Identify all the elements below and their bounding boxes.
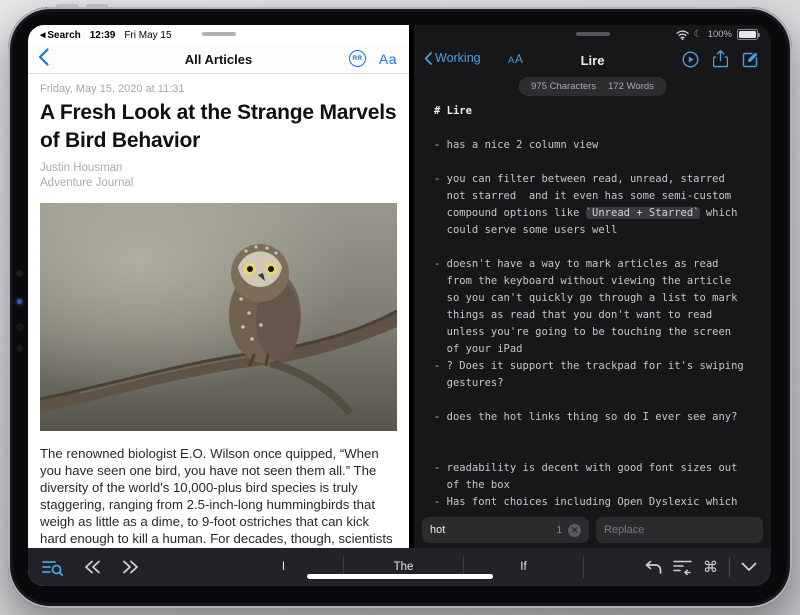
inline-code: `Unread + Starred` (586, 207, 700, 219)
preview-play-button[interactable] (682, 51, 699, 68)
editor-line (434, 392, 771, 409)
editor-line: - ? Does it support the trackpad for it'… (434, 358, 771, 375)
home-indicator[interactable] (307, 574, 493, 579)
suggestion-bar: ITheIf (224, 548, 584, 586)
dismiss-keyboard-button[interactable] (741, 562, 757, 572)
editor-line (434, 154, 771, 171)
share-button[interactable] (713, 50, 728, 68)
split-view-handle-right[interactable] (576, 32, 610, 36)
front-camera-dot (16, 270, 23, 277)
previous-match-button[interactable] (84, 560, 101, 574)
article-title: A Fresh Look at the Strange Marvels of B… (40, 99, 397, 155)
status-bar-right: ☾ 100% (676, 29, 758, 40)
screen: ◀Search 12:39 Fri May 15 All Articles RR… (28, 25, 771, 586)
text-size-button[interactable]: Aa (379, 51, 397, 67)
compose-button[interactable] (742, 51, 759, 68)
replace-input[interactable]: Replace (596, 517, 763, 543)
editor-line: of the box (434, 477, 771, 494)
editor-line: from the keyboard without viewing the ar… (434, 273, 771, 290)
back-to-app-chip[interactable]: ◀Search (40, 30, 81, 41)
editor-line: compound options like `Unread + Starred`… (434, 205, 771, 222)
battery-percent: 100% (708, 29, 732, 40)
back-triangle-icon: ◀ (40, 31, 45, 39)
reader-view-badge-button[interactable]: RR (349, 50, 366, 67)
find-input[interactable]: hot 1 ✕ (422, 517, 589, 543)
status-bar-left: ◀Search 12:39 Fri May 15 (40, 30, 172, 41)
reader-nav-bar: All Articles RR Aa (28, 45, 409, 74)
replace-options-button[interactable] (673, 559, 692, 575)
status-time: 12:39 (90, 30, 116, 41)
undo-button[interactable] (645, 560, 662, 575)
editor-line: - has a nice 2 column view (434, 137, 771, 154)
editor-line: gestures? (434, 375, 771, 392)
split-view-handle-left[interactable] (202, 32, 236, 36)
next-match-button[interactable] (122, 560, 139, 574)
editor-line: - you can filter between read, unread, s… (434, 171, 771, 188)
word-count: 172 Words (608, 81, 654, 92)
keyboard-accessory-toolbar: ITheIf ⌘ (28, 548, 771, 586)
editor-app-pane: ☾ 100% Working AA Lire (414, 25, 771, 586)
editor-line: # Lire (434, 103, 771, 120)
ipad-device-frame: ◀Search 12:39 Fri May 15 All Articles RR… (8, 7, 792, 608)
battery-icon (737, 29, 758, 40)
editor-line (434, 426, 771, 443)
bezel-dot (16, 345, 23, 352)
article-source: Adventure Journal (40, 176, 397, 191)
article-photo-owl (40, 203, 397, 431)
editor-line (434, 239, 771, 256)
find-query: hot (430, 524, 556, 536)
wifi-icon (676, 30, 689, 40)
editor-nav-bar: Working AA Lire (414, 45, 771, 73)
editor-line: things as read that you don't want to re… (434, 307, 771, 324)
editor-line: unless you're going to be touching the s… (434, 324, 771, 341)
character-count: 975 Characters (531, 81, 596, 92)
find-in-document-button[interactable] (42, 559, 63, 576)
reader-app-pane: ◀Search 12:39 Fri May 15 All Articles RR… (28, 25, 409, 586)
do-not-disturb-moon-icon: ☾ (694, 29, 703, 40)
editor-line: - readability is decent with good font s… (434, 460, 771, 477)
replace-placeholder: Replace (604, 524, 644, 536)
article-author: Justin Housman (40, 161, 397, 176)
toolbar-separator (729, 557, 730, 577)
article-scroll-area[interactable]: Friday, May 15, 2020 at 11:31 A Fresh Lo… (40, 83, 397, 586)
find-replace-bar: hot 1 ✕ Replace (414, 517, 771, 543)
editor-content[interactable]: # Lire - has a nice 2 column view - you ca… (414, 103, 771, 511)
article-timestamp: Friday, May 15, 2020 at 11:31 (40, 83, 397, 95)
clear-search-button[interactable]: ✕ (568, 524, 581, 537)
editor-line (434, 443, 771, 460)
bezel-dot (16, 323, 24, 331)
editor-line: not starred and it even has some semi-cu… (434, 188, 771, 205)
document-stats-pill: 975 Characters 172 Words (518, 77, 667, 96)
editor-line: - Has font choices including Open Dyslex… (434, 494, 771, 511)
sensor-led-dot (17, 299, 22, 304)
keyboard-shortcuts-button[interactable]: ⌘ (703, 558, 718, 576)
status-date: Fri May 15 (124, 30, 171, 41)
editor-line: of your iPad (434, 341, 771, 358)
editor-line: - doesn't have a way to mark articles as… (434, 256, 771, 273)
match-count: 1 (556, 525, 562, 536)
editor-line: could serve some users well (434, 222, 771, 239)
editor-line: so you can't quickly go through a list t… (434, 290, 771, 307)
editor-line (434, 120, 771, 137)
editor-line: - does the hot links thing so do I ever … (434, 409, 771, 426)
